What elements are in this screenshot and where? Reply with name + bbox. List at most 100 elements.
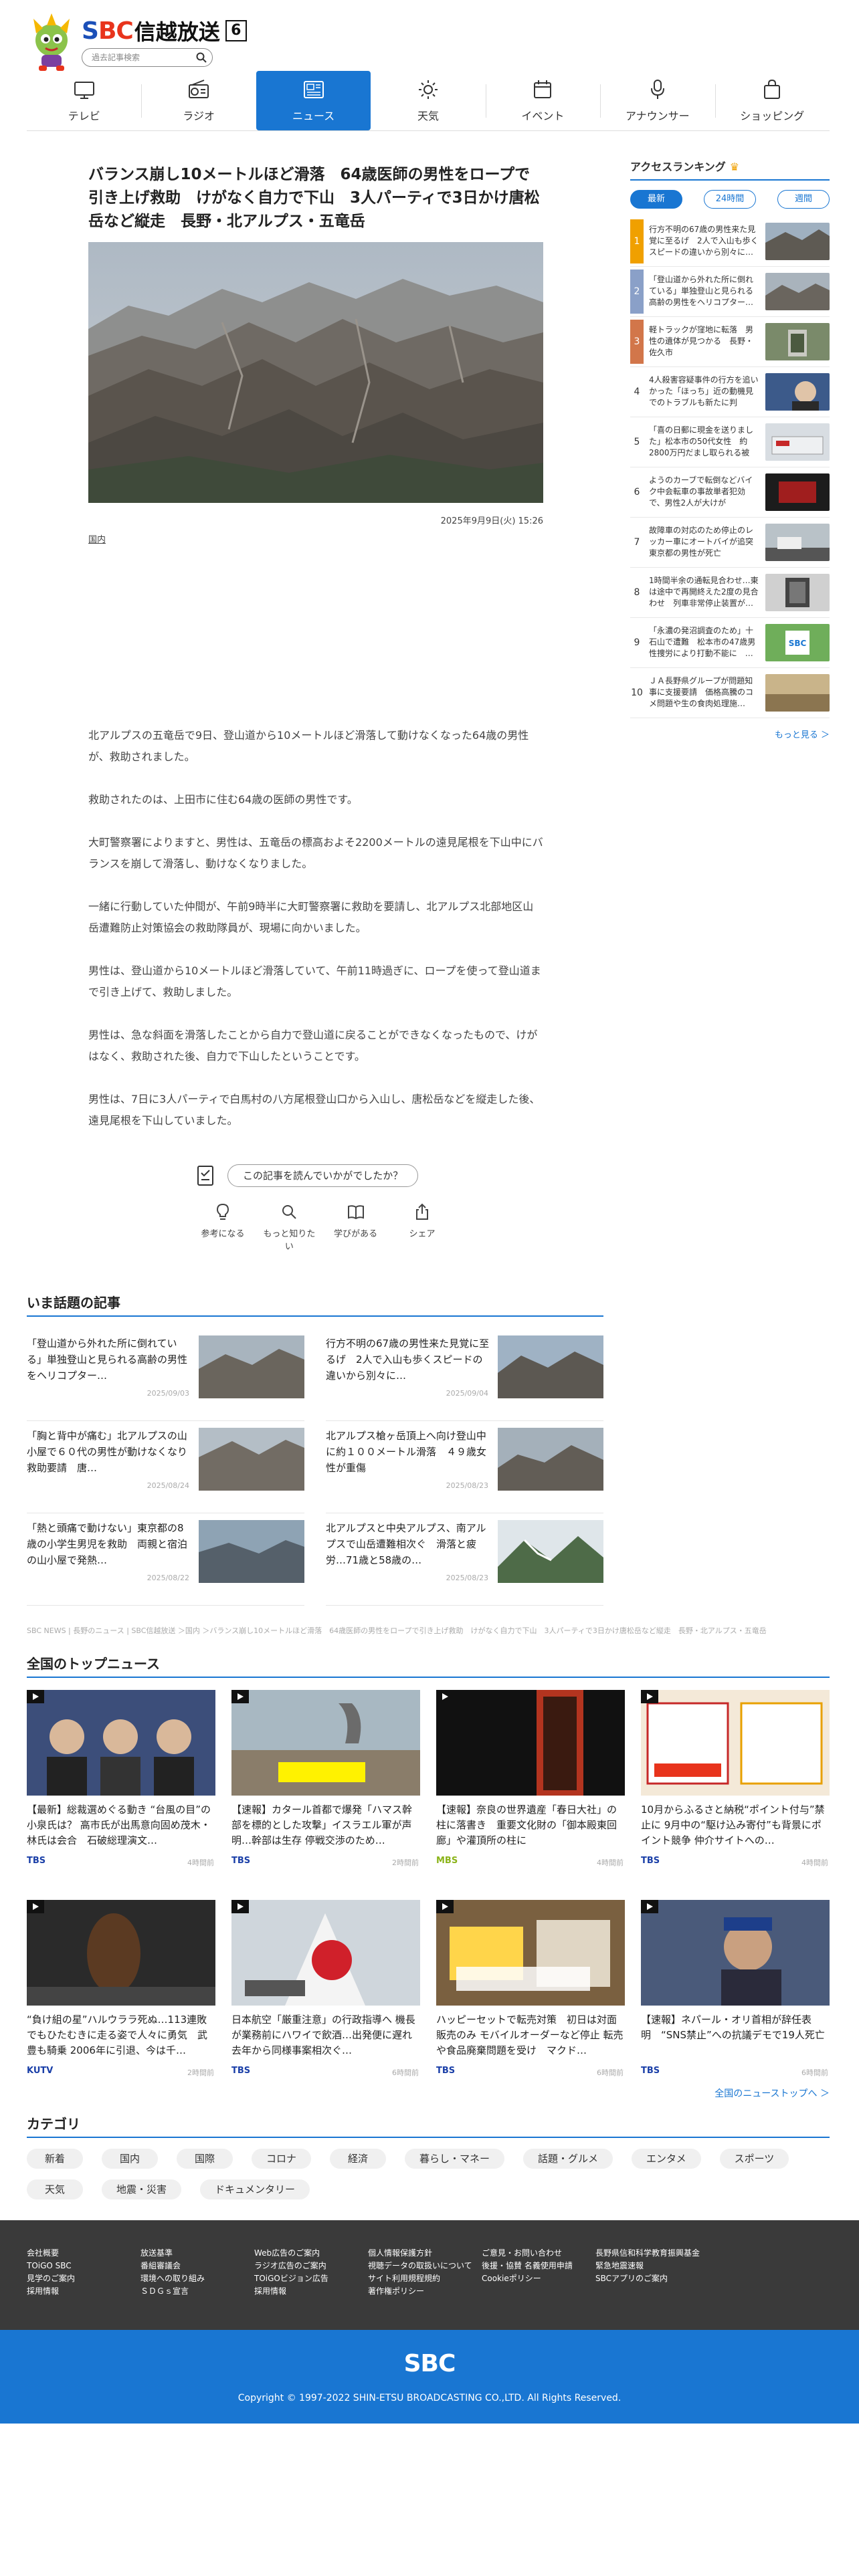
nav-shopping[interactable]: ショッピング [714, 71, 830, 130]
article-category-link[interactable]: 国内 [88, 532, 106, 545]
category-tag[interactable]: コロナ [252, 2149, 312, 2169]
footer-link[interactable]: ラジオ広告のご案内 [254, 2260, 368, 2272]
footer-link[interactable]: 環境への取り組み [140, 2272, 254, 2285]
footer-link[interactable]: 著作権ポリシー [368, 2285, 482, 2298]
national-news-title: 全国のトップニュース [27, 1653, 830, 1678]
trending-item[interactable]: 「熱と頭痛で動けない」東京都の8歳の小学生男児を救助 両親と宿泊の山小屋で発熱…… [27, 1513, 304, 1606]
footer-link[interactable]: TOiGOビジョン広告 [254, 2272, 368, 2285]
footer-logo[interactable]: SBC [0, 2350, 859, 2377]
footer-link[interactable]: 番組審議会 [140, 2260, 254, 2272]
national-news-more-link[interactable]: 全国のニューストップへ ＞ [27, 2086, 830, 2100]
ranking-tab-latest[interactable]: 最新 [630, 190, 682, 209]
ranking-thumbnail [765, 574, 830, 611]
national-news-card[interactable]: 【速報】カタール首都で爆発「ハマス幹部を標的とした攻撃」イスラエル軍が声明…幹部… [231, 1690, 420, 1888]
footer-link[interactable]: 放送基準 [140, 2247, 254, 2260]
ranking-item[interactable]: 44人殺害容疑事件の行方を追いかった「ほっち」近の動機見でのトラブルも新たに判明… [630, 367, 830, 417]
ranking-more-link[interactable]: もっと見る ＞ [630, 728, 830, 740]
feedback-helpful-button[interactable]: 参考になる [197, 1202, 249, 1252]
article-paragraph: 一緒に行動していた仲間が、午前9時半に大町警察署に救助を要請し、北アルプス北部地… [88, 900, 534, 934]
ranking-tab-weekly[interactable]: 週間 [777, 190, 830, 209]
news-source: TBS [231, 1856, 251, 1866]
national-news-card[interactable]: 【最新】総裁選めぐる動き “台風の目”の小泉氏は？ 高市氏が出馬意向固め茂木・林… [27, 1690, 215, 1888]
national-news-card[interactable]: 10月からふるさと納税“ポイント付与”禁止に 9月中の“駆け込み寄付”も背景にポ… [641, 1690, 830, 1888]
ranking-thumbnail: SBC [765, 624, 830, 661]
search-icon[interactable] [196, 52, 207, 63]
trending-item[interactable]: 「胸と背中が痛む」北アルプスの山小屋で６０代の男性が動けなくなり救助要請 唐… 2… [27, 1421, 304, 1513]
category-tag[interactable]: スポーツ [719, 2149, 789, 2169]
nav-weather[interactable]: 天気 [371, 71, 485, 130]
ranking-item[interactable]: 7 故障車の対応のため停止のレッカー車にオートバイが追突 東京都の男性が死亡 [630, 518, 830, 568]
news-thumbnail [231, 1900, 420, 2006]
category-tag[interactable]: 国内 [102, 2149, 158, 2169]
mascot-logo[interactable] [27, 12, 76, 72]
trending-thumbnail [199, 1520, 304, 1583]
ranking-item[interactable]: 5 「喜の日郵に現金を送りました」松本市の50代女性 約2800万円だまし取られる… [630, 417, 830, 467]
footer-link[interactable]: サイト利用規程規約 [368, 2272, 482, 2285]
trending-item[interactable]: 行方不明の67歳の男性来た見覚に至るげ 2人で入山も歩くスピードの違いから別々に… [326, 1329, 603, 1421]
ranking-item[interactable]: 8 1時間半余の通転見合わせ…東は途中で再開終えた2度の見合わせ 列車非常停止装置… [630, 568, 830, 618]
category-tag[interactable]: 話題・グルメ [523, 2149, 613, 2169]
footer-link[interactable]: 会社概要 [27, 2247, 140, 2260]
category-tag[interactable]: 新着 [27, 2149, 83, 2169]
national-news-card[interactable]: 【速報】ネパール・オリ首相が辞任表明 “SNS禁止”への抗議デモで19人死亡 TB… [641, 1900, 830, 2098]
category-tag[interactable]: 暮らし・マネー [405, 2149, 505, 2169]
site-logo[interactable]: SBC 信越放送 6 [82, 17, 247, 45]
footer-link[interactable]: 採用情報 [254, 2285, 368, 2298]
trending-thumbnail [498, 1520, 603, 1583]
footer-link[interactable]: 採用情報 [27, 2285, 140, 2298]
ranking-thumbnail [765, 473, 830, 511]
feedback-question: この記事を読んでいかがでしたか？ [227, 1164, 419, 1187]
trending-section: いま話題の記事 「登山道から外れた所に倒れている」単独登山と見られる高齢の男性を… [27, 1292, 603, 1606]
ranking-item[interactable]: 3 軽トラックが窪地に転落 男性の遺体が見つかる 長野・佐久市 [630, 317, 830, 367]
footer-link[interactable]: ＳＤＧｓ宣言 [140, 2285, 254, 2298]
ranking-tab-24h[interactable]: 24時間 [704, 190, 756, 209]
national-news-card[interactable]: ハッピーセットで転売対策 初日は対面販売のみ モバイルオーダーなど停止 転売や食… [436, 1900, 625, 2098]
nav-event[interactable]: イベント [485, 71, 600, 130]
footer-link[interactable]: ご意見・お問い合わせ [482, 2247, 595, 2260]
ranking-item[interactable]: 9 「永濃の発沼調査のため」十石山で遭難 松本市の47歳男性捜労により打動不能に … [630, 618, 830, 668]
book-icon [347, 1205, 364, 1220]
ranking-thumbnail [765, 373, 830, 411]
trending-item[interactable]: 北アルプスと中央アルプス、南アルプスで山岳遭難相次ぐ 滑落と疲労…71歳と58歳… [326, 1513, 603, 1606]
footer-link[interactable]: TOiGO SBC [27, 2260, 140, 2272]
footer-link[interactable]: Web広告のご案内 [254, 2247, 368, 2260]
share-button[interactable]: シェア [396, 1202, 448, 1252]
nav-tv[interactable]: テレビ [27, 71, 141, 130]
category-tag[interactable]: 地震・災害 [102, 2179, 182, 2199]
national-news-card[interactable]: “負け組の星”ハルウララ死ぬ…113連敗でもひたむきに走る姿で人々に勇気 武豊も… [27, 1900, 215, 2098]
feedback-learn-button[interactable]: 学びがある [330, 1202, 382, 1252]
nav-radio[interactable]: ラジオ [141, 71, 256, 130]
category-tag[interactable]: ドキュメンタリー [200, 2179, 310, 2199]
video-play-icon [27, 1900, 44, 1913]
news-icon [303, 81, 324, 98]
national-news-card[interactable]: 【速報】奈良の世界遺産「春日大社」の柱に落書き 重要文化財の「御本殿東回廊」や灌… [436, 1690, 625, 1888]
video-play-icon [641, 1690, 658, 1703]
feedback-more-button[interactable]: もっと知りたい [263, 1202, 315, 1252]
trending-item[interactable]: 北アルプス槍ヶ岳頂上へ向け登山中に約１００メートル滑落 ４９歳女性が重傷 2025… [326, 1421, 603, 1513]
category-tag[interactable]: 天気 [27, 2179, 83, 2199]
share-icon [415, 1203, 428, 1220]
category-tag[interactable]: エンタメ [632, 2149, 701, 2169]
footer-link[interactable]: 視聴データの取扱いについて [368, 2260, 482, 2272]
category-section: カテゴリ 新着 国内 国際 コロナ 経済 暮らし・マネー 話題・グルメ エンタメ… [27, 2113, 830, 2210]
footer-link[interactable]: 緊急地震速報 [595, 2260, 743, 2272]
breadcrumb[interactable]: SBC NEWS | 長野のニュース | SBC信越放送 ＞国内 ＞バランス崩し… [27, 1625, 830, 1636]
trending-item[interactable]: 「登山道から外れた所に倒れている」単独登山と見られる高齢の男性をヘリコプター… 2… [27, 1329, 304, 1421]
nav-news[interactable]: ニュース [256, 71, 371, 130]
ranking-item[interactable]: 2 「登山道から外れた所に倒れている」単独登山と見られる高齢の男性をヘリコプター… [630, 267, 830, 317]
footer-link[interactable]: SBCアプリのご案内 [595, 2272, 743, 2285]
ranking-item[interactable]: 6 ようのカーブで転倒などバイク中会転車の事故単者犯効で、男性2人が大けが [630, 467, 830, 518]
footer-link[interactable]: Cookieポリシー [482, 2272, 595, 2285]
category-tag[interactable]: 経済 [330, 2149, 387, 2169]
footer-link[interactable]: 個人情報保護方針 [368, 2247, 482, 2260]
footer-link[interactable]: 見学のご案内 [27, 2272, 140, 2285]
ranking-item[interactable]: 10 ＪＡ長野県グループが問題知事に支援要請 価格高騰のコメ問題や生の食肉処理施… [630, 668, 830, 718]
category-tag[interactable]: 国際 [177, 2149, 233, 2169]
national-news-card[interactable]: 日本航空「厳重注意」の行政指導へ 機長が業務前にハワイで飲酒…出発便に遅れ 去年… [231, 1900, 420, 2098]
footer-link[interactable]: 後援・協賛 名義使用申請 [482, 2260, 595, 2272]
tv-icon [74, 82, 94, 99]
footer-link[interactable]: 長野県信和科学教育振興基金 [595, 2247, 743, 2260]
archive-search-input[interactable]: 過去記事検索 [82, 48, 213, 67]
ranking-item[interactable]: 1 行方不明の67歳の男性来た見覚に至るげ 2人で入山も歩くスピードの違いから別々… [630, 217, 830, 267]
nav-announcer[interactable]: アナウンサー [600, 71, 714, 130]
